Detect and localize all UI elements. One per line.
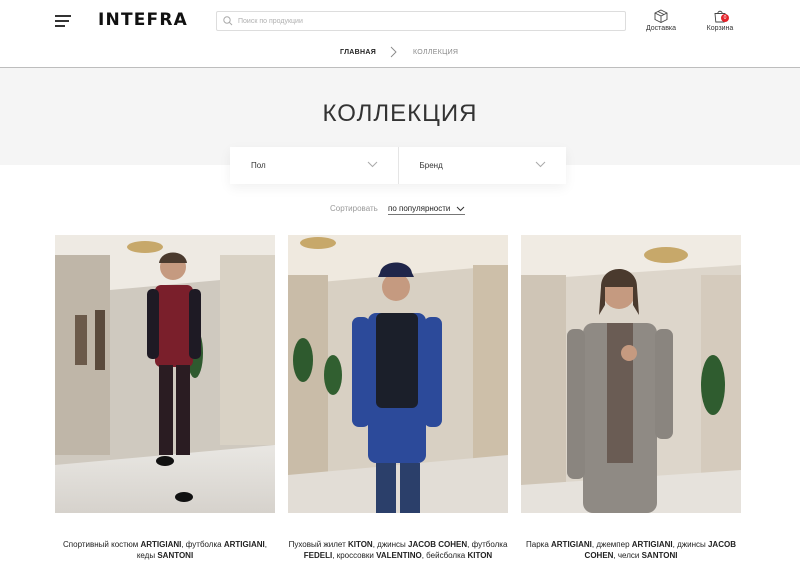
box-icon (654, 9, 668, 23)
caption-brand: ARTIGIANI (140, 540, 182, 549)
product-caption: Пуховый жилет KITON, джинсы JACOB COHEN,… (288, 539, 508, 561)
caption-text: Спортивный костюм (63, 540, 141, 549)
caption-brand: SANTONI (157, 551, 194, 560)
cart-link[interactable]: 0 Корзина (695, 9, 745, 32)
sort-value: по популярности (388, 204, 451, 213)
caption-text: , челси (613, 551, 642, 560)
menu-icon[interactable] (55, 14, 73, 28)
delivery-label: Доставка (645, 25, 677, 32)
product-card[interactable]: Спортивный костюм ARTIGIANI, футболка AR… (55, 235, 275, 561)
product-caption: Парка ARTIGIANI, джемпер ARTIGIANI, джин… (521, 539, 741, 561)
caption-text: , джинсы (672, 540, 708, 549)
product-photo[interactable] (55, 235, 275, 513)
caption-brand: JACOB COHEN (408, 540, 468, 549)
sort-label: Сортировать (330, 204, 378, 213)
product-photo[interactable] (288, 235, 508, 513)
caption-brand: ARTIGIANI (631, 540, 673, 549)
product-caption: Спортивный костюм ARTIGIANI, футболка AR… (55, 539, 275, 561)
caption-brand: KITON (467, 551, 493, 560)
chevron-down-icon (367, 161, 377, 168)
product-card[interactable]: Пуховый жилет KITON, джинсы JACOB COHEN,… (288, 235, 508, 561)
sort-control: Сортировать по популярности (330, 204, 465, 215)
filter-gender[interactable]: Пол (230, 147, 398, 184)
filter-gender-label: Пол (251, 161, 266, 170)
caption-brand: ARTIGIANI (551, 540, 592, 549)
caption-text: Парка (526, 540, 551, 549)
caption-text: , джинсы (372, 540, 409, 549)
breadcrumb-home[interactable]: ГЛАВНАЯ (340, 49, 376, 56)
search-icon (223, 16, 233, 26)
caption-brand: ARTIGIANI (223, 540, 265, 549)
product-photo[interactable] (521, 235, 741, 513)
caption-text: , бейсболка (421, 551, 468, 560)
caption-text: , футболка (181, 540, 224, 549)
breadcrumb-current: КОЛЛЕКЦИЯ (413, 49, 459, 56)
page-title: КОЛЛЕКЦИЯ (322, 100, 478, 127)
caption-brand: KITON (347, 540, 373, 549)
product-card[interactable]: Парка ARTIGIANI, джемпер ARTIGIANI, джин… (521, 235, 741, 561)
caption-brand: SANTONI (641, 551, 678, 560)
search-bar[interactable] (216, 11, 626, 31)
caption-brand: VALENTINO (376, 551, 422, 560)
site-header: INTEFRA Доставка 0 Корзина ГЛАВНАЯ КОЛЛЕ… (0, 0, 800, 68)
filter-bar: Пол Бренд (230, 147, 566, 184)
filter-brand[interactable]: Бренд (397, 147, 567, 184)
cart-label: Корзина (706, 25, 734, 32)
caption-text: , джемпер (591, 540, 632, 549)
caption-text: , кроссовки (332, 551, 377, 560)
search-input[interactable] (238, 17, 618, 25)
delivery-link[interactable]: Доставка (636, 9, 686, 32)
sort-select[interactable]: по популярности (388, 204, 465, 215)
caption-brand: FEDELI (303, 551, 333, 560)
filter-brand-label: Бренд (419, 161, 443, 170)
chevron-down-icon (535, 161, 546, 168)
caption-text: , футболка (467, 540, 508, 549)
cart-count-badge: 0 (721, 14, 729, 22)
site-logo[interactable]: INTEFRA (98, 10, 188, 30)
chevron-right-icon (389, 46, 397, 60)
caption-text: Пуховый жилет (288, 540, 348, 549)
chevron-down-icon (456, 206, 464, 212)
